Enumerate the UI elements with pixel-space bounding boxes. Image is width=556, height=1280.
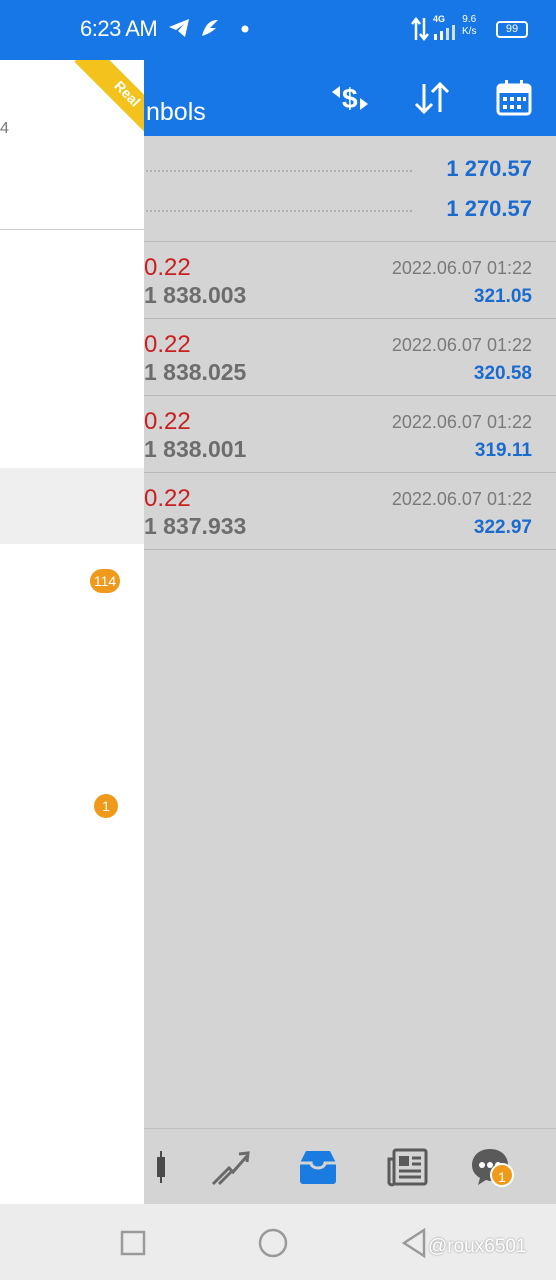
nav-chart[interactable] bbox=[206, 1143, 254, 1191]
status-bar: 6:23 AM 4G 9.6 K/s 99 bbox=[0, 0, 556, 60]
calendar-icon bbox=[496, 80, 532, 116]
trade-value: 321.05 bbox=[473, 286, 532, 307]
side-drawer: 4 Real 114 1 bbox=[0, 60, 144, 1204]
net-speed-unit: K/s bbox=[462, 26, 477, 37]
net-speed-value: 9.6 bbox=[462, 14, 477, 25]
sort-icon bbox=[414, 81, 450, 115]
back-icon[interactable] bbox=[398, 1226, 432, 1260]
sort-button[interactable] bbox=[408, 74, 456, 122]
trade-price: 1 838.025 bbox=[144, 359, 247, 385]
recents-icon[interactable] bbox=[116, 1226, 150, 1260]
trade-date: 2022.06.07 01:22 bbox=[391, 258, 532, 278]
app-icon bbox=[202, 20, 218, 36]
drawer-item-selected[interactable] bbox=[0, 468, 144, 544]
nav-history[interactable] bbox=[384, 1143, 432, 1191]
dotted-leader bbox=[146, 170, 412, 172]
trade-profit: 0.22 bbox=[144, 331, 191, 358]
summary-row: 1 270.57 bbox=[146, 148, 532, 188]
nav-trade[interactable] bbox=[294, 1143, 342, 1191]
trade-date: 2022.06.07 01:22 bbox=[391, 335, 532, 355]
trade-value: 322.97 bbox=[473, 517, 532, 538]
notification-badge: 114 bbox=[90, 569, 120, 593]
trade-profit: 0.22 bbox=[144, 408, 191, 435]
calendar-button[interactable] bbox=[490, 74, 538, 122]
chart-icon bbox=[211, 1151, 250, 1186]
account-label: 4 bbox=[0, 120, 9, 137]
telegram-icon bbox=[169, 19, 189, 37]
trade-profit: 0.22 bbox=[144, 254, 191, 281]
data-arrows-icon bbox=[411, 16, 429, 42]
status-time: 6:23 AM bbox=[80, 16, 158, 41]
dot-icon bbox=[241, 25, 249, 33]
dotted-leader bbox=[146, 210, 412, 212]
chat-badge: 1 bbox=[490, 1163, 514, 1187]
trade-date: 2022.06.07 01:22 bbox=[391, 412, 532, 432]
trade-price: 1 837.933 bbox=[144, 513, 247, 539]
currency-exchange-icon: $ bbox=[332, 83, 368, 114]
news-icon bbox=[387, 1148, 428, 1187]
trade-price: 1 838.001 bbox=[144, 436, 247, 462]
notification-badge: 1 bbox=[94, 794, 118, 818]
trade-date: 2022.06.07 01:22 bbox=[391, 489, 532, 509]
trade-value: 319.11 bbox=[474, 440, 532, 461]
summary-value: 1 270.57 bbox=[446, 156, 532, 181]
home-icon[interactable] bbox=[256, 1226, 290, 1260]
watermark: @roux6501 bbox=[428, 1236, 527, 1257]
svg-text:$: $ bbox=[342, 83, 358, 114]
trade-price: 1 838.003 bbox=[144, 282, 247, 308]
summary-row: 1 270.57 bbox=[146, 188, 532, 228]
net-speed: 9.6 K/s bbox=[462, 14, 476, 38]
trade-value: 320.58 bbox=[473, 363, 532, 384]
signal-icon bbox=[434, 25, 455, 40]
trade-profit: 0.22 bbox=[144, 485, 191, 512]
currency-exchange-button[interactable]: $ bbox=[326, 74, 374, 122]
battery-icon: 99 bbox=[496, 21, 528, 38]
net-type-label: 4G bbox=[433, 14, 446, 24]
trade-icon bbox=[300, 1151, 336, 1184]
summary-value: 1 270.57 bbox=[446, 196, 532, 221]
page-title: nbols bbox=[146, 98, 206, 126]
